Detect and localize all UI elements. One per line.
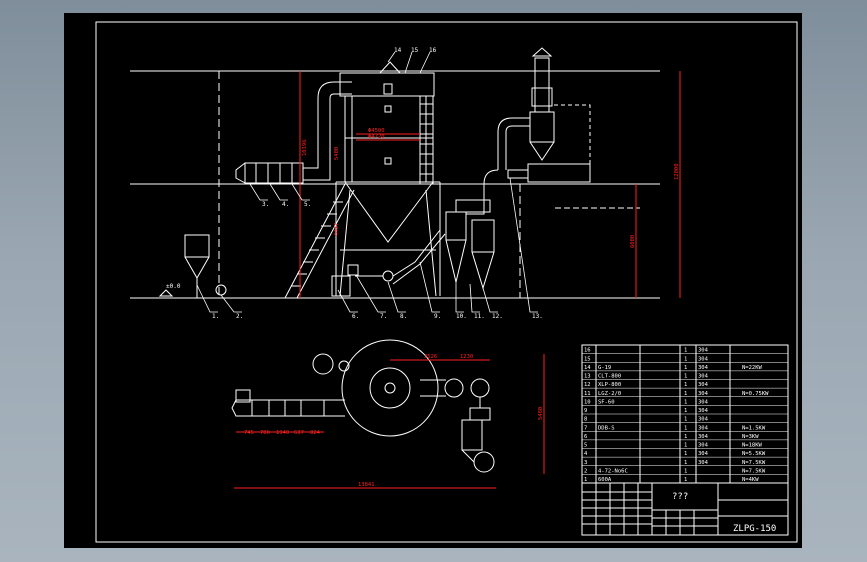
drawing-name: ???: [672, 492, 688, 502]
bom-cell-qty: 1: [684, 417, 687, 423]
part-label-8: 8.: [400, 313, 407, 320]
bom-cell-no: 13: [584, 374, 591, 380]
level-mark-label: ±0.0: [166, 283, 181, 290]
bom-cell-qty: 1: [684, 374, 687, 380]
plan-dim-seg-e: 824: [310, 430, 321, 436]
bom-cell-mat: 304: [698, 451, 709, 457]
plan-dim-top-b: 1230: [460, 354, 473, 360]
bom-cell-spec: G-19: [598, 365, 611, 371]
bom-cell-note: N=1.5KW: [742, 425, 766, 431]
part-label-15: 15: [411, 47, 419, 54]
part-label-5: 5.: [304, 201, 311, 208]
bom-cell-no: 9: [584, 408, 587, 414]
plan-dim-top-a: 3526: [424, 354, 437, 360]
plan-dim-seg-c: 1940: [276, 430, 289, 436]
bom-cell-no: 1: [584, 477, 587, 483]
bom-cell-note: N=18KW: [742, 443, 763, 449]
bom-cell-spec: 600A: [598, 477, 612, 483]
bom-cell-no: 3: [584, 460, 587, 466]
dim-h-low: 4427: [334, 223, 340, 236]
bom-cell-mat: 304: [698, 374, 709, 380]
bom-cell-note: N=3KW: [742, 434, 759, 440]
bom-cell-spec: DDB-S: [598, 425, 615, 431]
bom-cell-mat: 304: [698, 443, 709, 449]
bom-cell-note: N=4KW: [742, 477, 759, 483]
bom-cell-qty: 1: [684, 451, 687, 457]
plan-dim-overall-h: 5480: [538, 407, 544, 420]
bom-cell-no: 11: [584, 391, 591, 397]
part-label-1: 1.: [212, 313, 219, 320]
bom-cell-qty: 1: [684, 356, 687, 362]
part-label-12: 12.: [492, 313, 503, 320]
bom-cell-mat: 304: [698, 425, 709, 431]
bom-cell-qty: 1: [684, 460, 687, 466]
bom-cell-qty: 1: [684, 365, 687, 371]
bom-cell-note: N=0.75KW: [742, 391, 769, 397]
dim-h-cone: 10196: [302, 139, 308, 156]
bom-cell-no: 5: [584, 443, 587, 449]
part-label-7: 7.: [380, 313, 387, 320]
bom-cell-qty: 1: [684, 391, 687, 397]
bom-cell-no: 15: [584, 356, 591, 362]
dim-h-tower: 5400: [334, 147, 340, 160]
bom-cell-no: 14: [584, 365, 591, 371]
bom-cell-spec: XLP-800: [598, 382, 621, 388]
part-label-4: 4.: [282, 201, 289, 208]
part-label-2: 2.: [236, 313, 243, 320]
bom-cell-note: N=7.5KW: [742, 468, 766, 474]
bom-cell-qty: 1: [684, 434, 687, 440]
bom-cell-qty: 1: [684, 408, 687, 414]
bom-cell-no: 12: [584, 382, 591, 388]
dim-h-total: 12000: [674, 163, 680, 180]
bom-cell-note: N=7.5KW: [742, 460, 766, 466]
bom-cell-qty: 1: [684, 425, 687, 431]
plan-dim-seg-a: 745: [244, 430, 254, 436]
bom-cell-qty: 1: [684, 399, 687, 405]
plan-dim-seg-b: 780: [260, 430, 270, 436]
part-label-11: 11.: [474, 313, 485, 320]
drawing-sheet: [64, 13, 802, 548]
bom-cell-spec: SF-60: [598, 399, 615, 405]
bom-cell-mat: 304: [698, 365, 709, 371]
bom-cell-mat: 304: [698, 434, 709, 440]
part-label-3: 3.: [262, 201, 269, 208]
plan-dim-overall-w: 13841: [358, 482, 375, 488]
bom-cell-no: 6: [584, 434, 587, 440]
bom-cell-qty: 1: [684, 468, 687, 474]
bom-cell-mat: 304: [698, 460, 709, 466]
part-label-6: 6.: [352, 313, 359, 320]
part-label-16: 16: [429, 47, 437, 54]
cad-drawing: Φ4500 Φ4720 10196 5400 4427 12000 6000 ±…: [64, 13, 802, 548]
bom-cell-no: 10: [584, 399, 591, 405]
bom-cell-no: 7: [584, 425, 587, 431]
bom-cell-spec: CLT-800: [598, 374, 621, 380]
bom-cell-note: N=22KW: [742, 365, 763, 371]
dim-h-mid: 6000: [630, 235, 636, 248]
part-label-9: 9.: [434, 313, 441, 320]
bom-cell-qty: 1: [684, 443, 687, 449]
bom-cell-mat: 304: [698, 356, 709, 362]
bom-cell-note: N=5.5KW: [742, 451, 766, 457]
model-code: ZLPG-150: [733, 524, 776, 534]
bom-cell-spec: LGZ-2/0: [598, 391, 621, 397]
bom-cell-qty: 1: [684, 477, 687, 483]
dim-dia-inner: Φ4720: [368, 134, 385, 140]
bom-cell-spec: 4-72-No6C: [598, 468, 628, 474]
bom-cell-no: 8: [584, 417, 587, 423]
bom-cell-no: 16: [584, 348, 591, 354]
bom-cell-no: 2: [584, 468, 587, 474]
bom-cell-mat: 304: [698, 382, 709, 388]
bom-cell-mat: 304: [698, 408, 709, 414]
part-label-10: 10.: [456, 313, 467, 320]
part-label-14: 14: [394, 47, 402, 54]
bom-cell-mat: 304: [698, 399, 709, 405]
bom-cell-mat: 304: [698, 391, 709, 397]
bom-cell-qty: 1: [684, 382, 687, 388]
bom-cell-mat: 304: [698, 348, 709, 354]
bom-cell-mat: 304: [698, 417, 709, 423]
part-label-13: 13.: [532, 313, 543, 320]
bom-cell-qty: 1: [684, 348, 687, 354]
plan-dim-seg-d: 637: [294, 430, 304, 436]
